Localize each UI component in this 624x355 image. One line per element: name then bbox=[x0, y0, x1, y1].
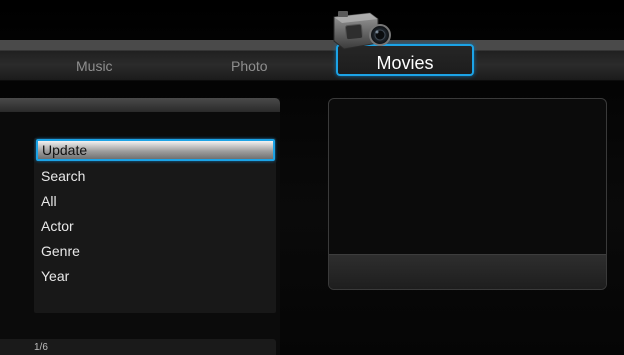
preview-info-bar bbox=[329, 254, 606, 289]
tab-movies-label: Movies bbox=[376, 53, 434, 73]
menu-item-year[interactable]: Year bbox=[41, 267, 69, 285]
preview-panel bbox=[328, 98, 607, 290]
page-indicator: 1/6 bbox=[34, 342, 48, 353]
media-player-screen: Music Photo Movies Update Search All Act… bbox=[0, 0, 624, 355]
tab-photo[interactable]: Photo bbox=[231, 58, 268, 74]
menu-item-all[interactable]: All bbox=[41, 192, 57, 210]
camcorder-icon bbox=[333, 11, 391, 50]
menu-item-update[interactable]: Update bbox=[36, 139, 275, 161]
menu-item-actor[interactable]: Actor bbox=[41, 217, 74, 235]
menu-item-search[interactable]: Search bbox=[41, 167, 85, 185]
tab-music[interactable]: Music bbox=[76, 58, 113, 74]
menu-item-genre[interactable]: Genre bbox=[41, 242, 80, 260]
menu-panel-header bbox=[0, 98, 280, 112]
